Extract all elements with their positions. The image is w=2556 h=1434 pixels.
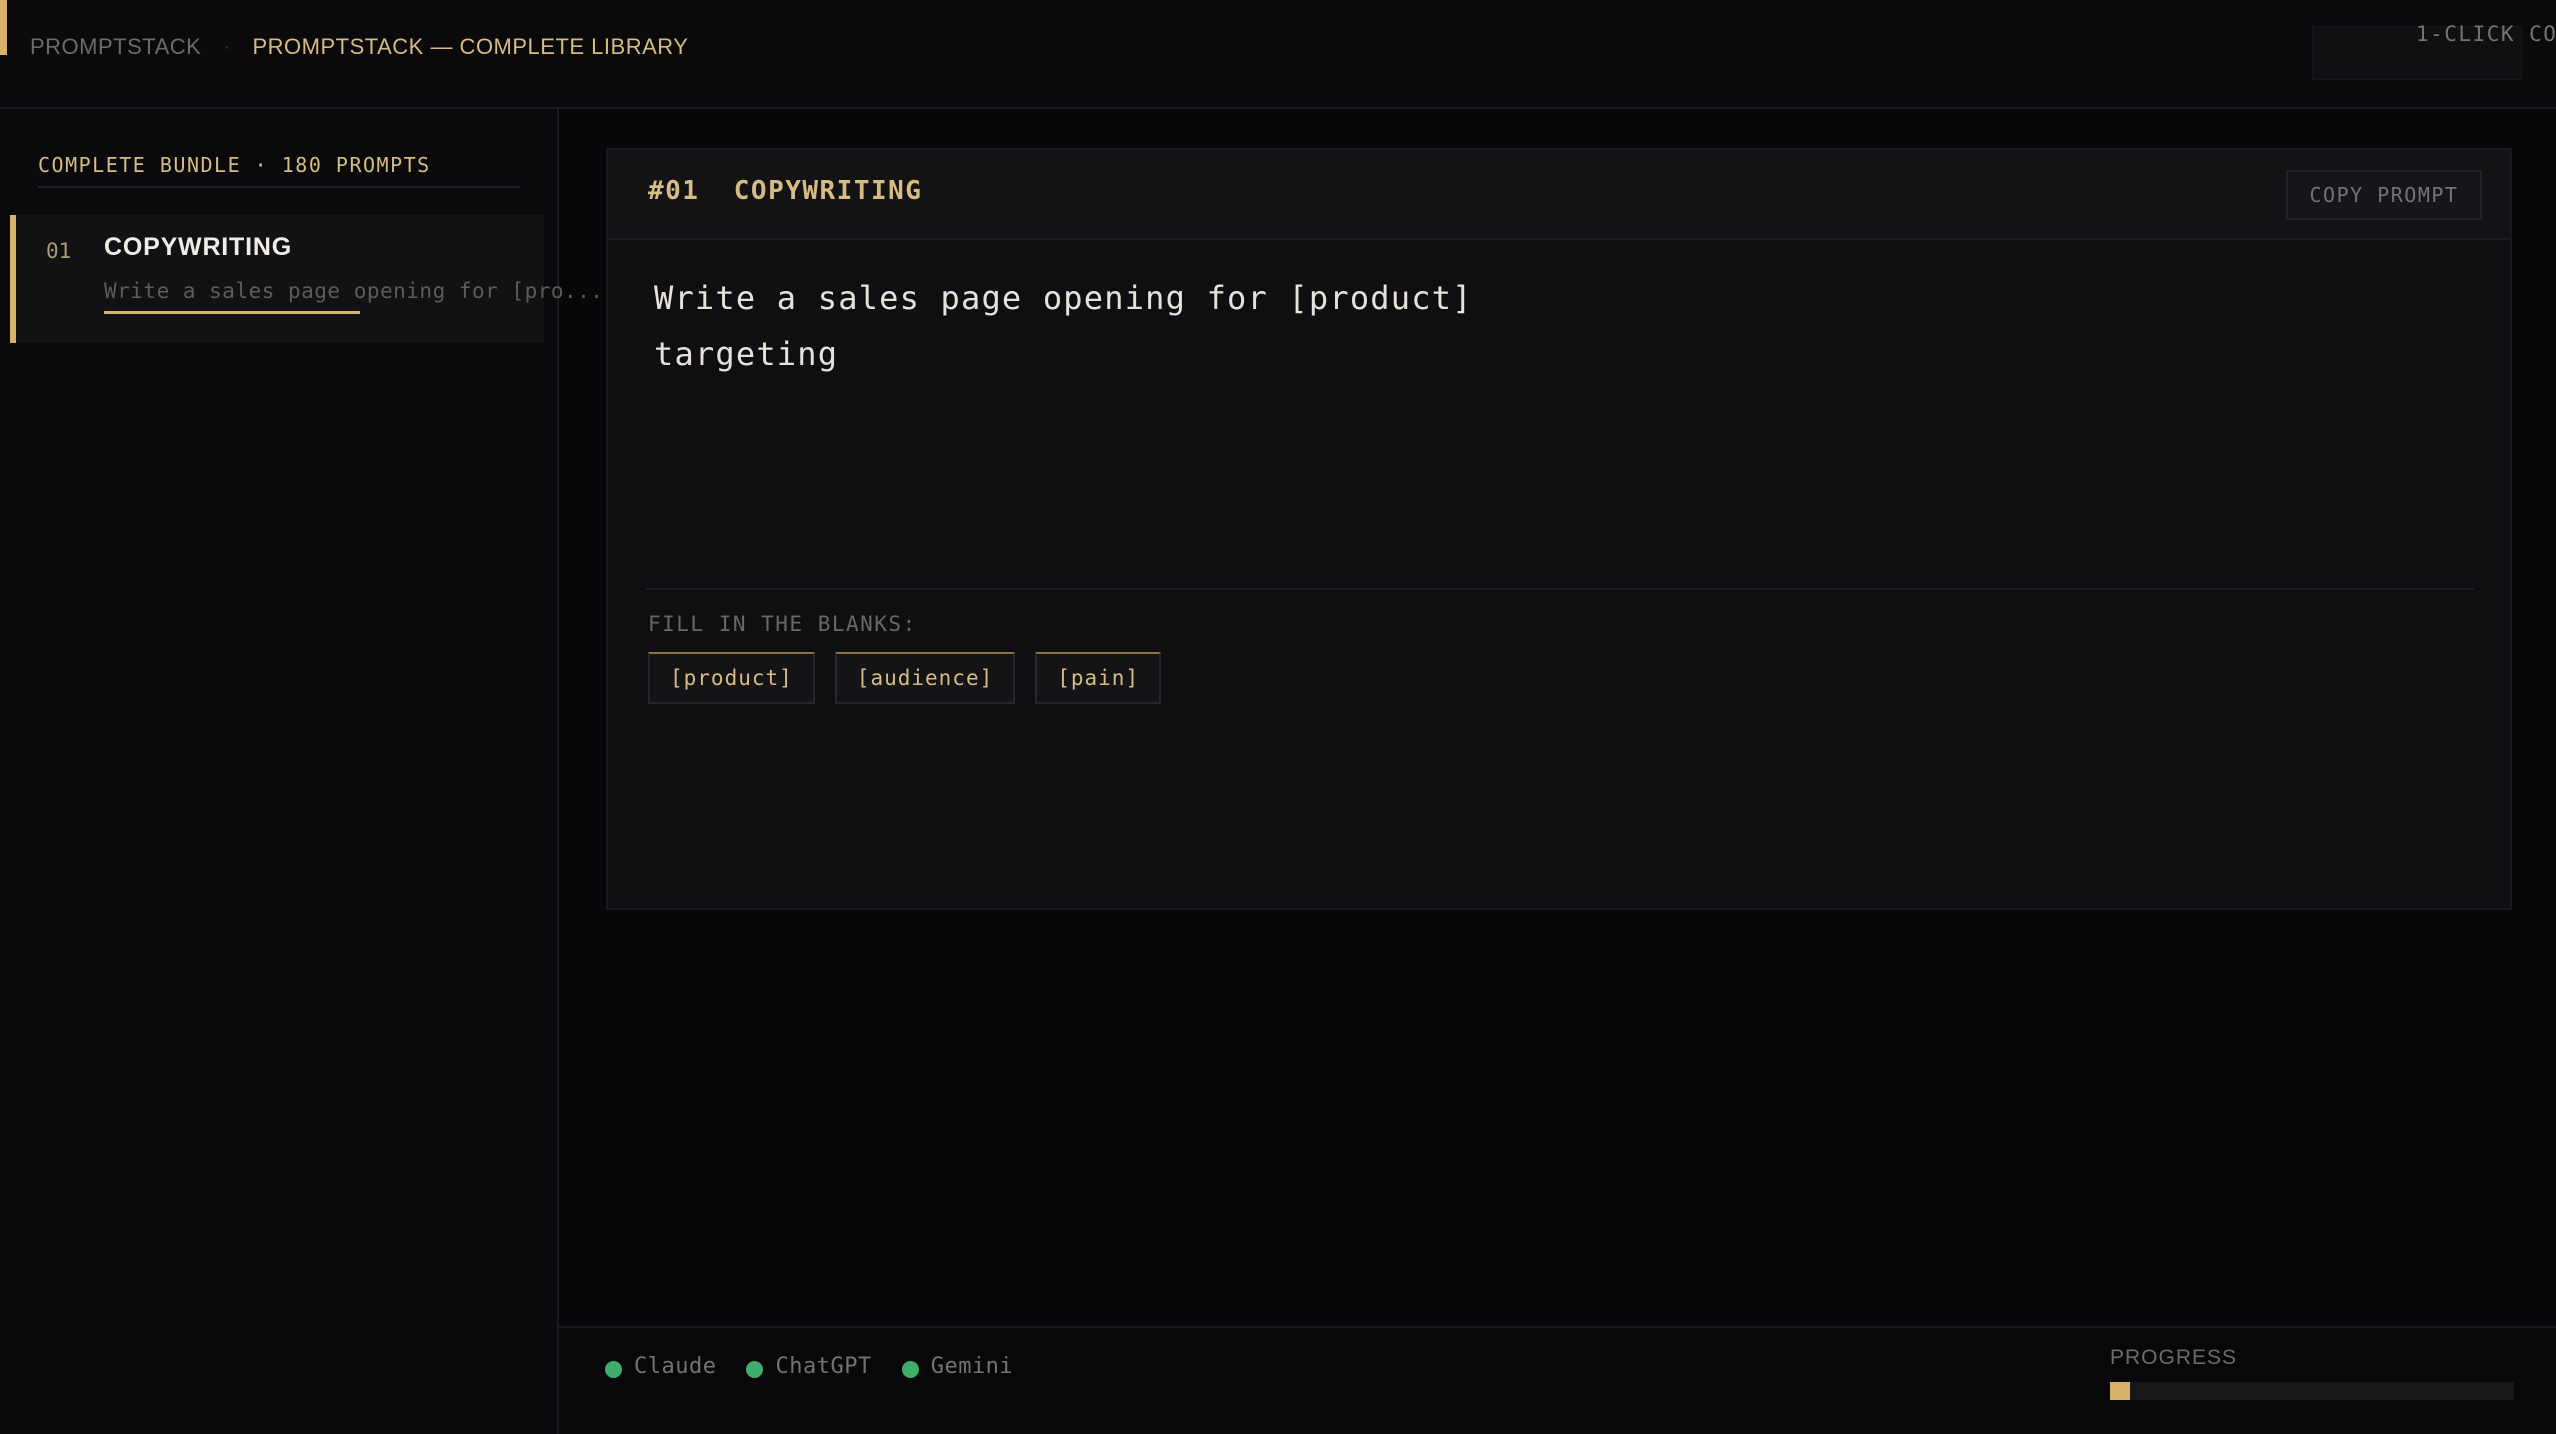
breadcrumb-root-link[interactable]: PROMPTSTACK	[30, 34, 201, 60]
breadcrumb-separator: ·	[223, 35, 231, 58]
active-indicator	[104, 311, 360, 314]
placeholder-chips: [product] [audience] [pain]	[648, 652, 1162, 704]
prompt-text[interactable]: Write a sales page opening for [product]…	[654, 270, 1754, 382]
placeholder-chip-audience[interactable]: [audience]	[834, 652, 1016, 704]
model-claude: Claude	[605, 1354, 716, 1379]
copy-prompt-button[interactable]: COPY PROMPT	[2286, 170, 2482, 220]
divider	[646, 588, 2474, 590]
progress-fill	[2110, 1382, 2131, 1400]
model-status-list: Claude ChatGPT Gemini	[605, 1354, 1013, 1379]
model-name: Gemini	[930, 1354, 1014, 1379]
status-dot-icon	[901, 1360, 919, 1378]
prompt-title: COPYWRITING	[104, 233, 292, 261]
one-click-copy-label: 1-CLICK COPY	[2416, 22, 2556, 46]
sidebar: COMPLETE BUNDLE · 180 PROMPTS 01 COPYWRI…	[0, 109, 603, 1434]
status-dot-icon	[605, 1360, 622, 1378]
model-gemini: Gemini	[901, 1354, 1014, 1379]
footer: Claude ChatGPT Gemini PROGRESS	[559, 1326, 2556, 1434]
top-bar: PROMPTSTACK · PROMPTSTACK — COMPLETE LIB…	[0, 0, 2556, 109]
brand-accent-bar	[0, 0, 7, 55]
sidebar-item-copywriting[interactable]: 01 COPYWRITING Write a sales page openin…	[10, 215, 603, 343]
placeholder-chip-pain[interactable]: [pain]	[1035, 652, 1162, 704]
status-dot-icon	[746, 1360, 764, 1378]
model-name: Claude	[634, 1354, 717, 1379]
prompt-snippet: Write a sales page opening for [pro...	[104, 279, 604, 303]
prompt-number: 01	[46, 239, 72, 263]
breadcrumb-current: PROMPTSTACK — COMPLETE LIBRARY	[252, 34, 689, 59]
card-header: #01 COPYWRITING COPY PROMPT	[608, 150, 2510, 240]
prompt-card: #01 COPYWRITING COPY PROMPT Write a sale…	[606, 148, 2512, 910]
divider	[38, 186, 520, 188]
model-name: ChatGPT	[775, 1354, 872, 1379]
progress-bar	[2110, 1382, 2514, 1400]
progress-label: PROGRESS	[2110, 1346, 2238, 1369]
fill-in-blanks-label: FILL IN THE BLANKS:	[648, 612, 917, 636]
model-chatgpt: ChatGPT	[746, 1354, 871, 1379]
breadcrumb: PROMPTSTACK · PROMPTSTACK — COMPLETE LIB…	[30, 34, 688, 60]
card-title: #01 COPYWRITING	[648, 176, 923, 206]
bundle-title: COMPLETE BUNDLE · 180 PROMPTS	[38, 153, 431, 177]
placeholder-chip-product[interactable]: [product]	[648, 652, 815, 704]
